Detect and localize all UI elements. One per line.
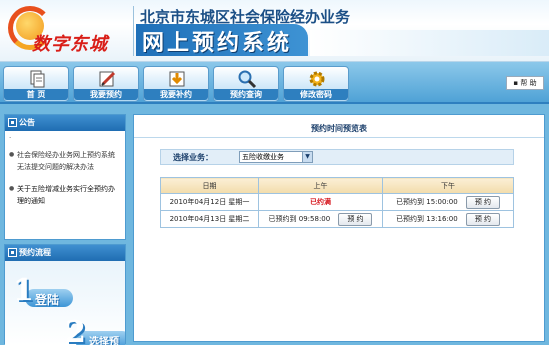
nav-supplement-button[interactable]: 我要补约 [143, 66, 209, 102]
notice-panel: 公告 · 社会保险经办业务网上预约系统无法提交问题的解决办法 关于五险增减业务实… [4, 114, 126, 240]
notice-list: 社会保险经办业务网上预约系统无法提交问题的解决办法 关于五险增减业务实行全预约办… [5, 145, 125, 207]
nav-home-label: 首 页 [4, 89, 68, 100]
system-title: 网上预约系统 [142, 31, 293, 56]
nav-query-label: 预约查询 [214, 89, 278, 100]
date-cell: 2010年04月13日 星期二 [160, 210, 259, 228]
pm-cell: 已预约到 15:00:00 预 约 [382, 193, 514, 211]
magnifier-icon [238, 70, 257, 89]
header-divider [133, 6, 134, 56]
am-cell: 已预约到 09:58:00 预 约 [258, 210, 383, 228]
column-header-am: 上午 [258, 177, 383, 194]
notice-header: 公告 [5, 115, 125, 131]
help-label: 帮 助 [520, 79, 537, 87]
logo: 数字东城 [4, 4, 134, 58]
table-row: 2010年04月12日 星期一 已约满 已预约到 15:00:00 预 约 [160, 193, 514, 211]
am-cell: 已约满 [258, 193, 383, 211]
notice-title: 公告 [19, 118, 35, 127]
chevron-down-icon[interactable]: ▼ [302, 152, 312, 162]
nav-password-button[interactable]: 修改密码 [283, 66, 349, 102]
flow-header: 预约流程 [5, 245, 125, 261]
am-status: 已预约到 09:58:00 [268, 215, 331, 223]
flow-steps: 1 登陆 2 选择预 [5, 261, 125, 345]
am-book-button[interactable]: 预 约 [338, 212, 373, 226]
pm-status: 已预约到 15:00:00 [396, 198, 458, 206]
business-select-value: 五险收缴业务 [242, 153, 284, 161]
step-2-number: 2 [65, 315, 86, 345]
page-title: 预约时间预览表 [311, 124, 367, 133]
notice-item[interactable]: 关于五险增减业务实行全预约办理的通知 [9, 183, 121, 207]
nav-book-button[interactable]: 我要预约 [73, 66, 139, 102]
notice-dot: · [9, 134, 12, 142]
title-divider [134, 137, 544, 138]
nav-password-label: 修改密码 [284, 89, 348, 100]
business-filter-row: 选择业务： 五险收缴业务 ▼ [160, 149, 514, 165]
help-icon: ▪ [513, 79, 519, 87]
pm-book-button[interactable]: 预 约 [465, 195, 500, 209]
step-1-label: 登陆 [35, 293, 60, 307]
am-status: 已约满 [310, 198, 331, 206]
header-decoration [310, 30, 549, 56]
step-1-number: 1 [13, 273, 34, 308]
gear-icon [309, 71, 325, 87]
table-row: 2010年04月13日 星期二 已预约到 09:58:00 预 约 已预约到 1… [160, 210, 514, 228]
flow-panel: 预约流程 1 登陆 2 选择预 [4, 244, 126, 345]
logo-text: 数字东城 [32, 34, 108, 55]
download-arrow-icon [169, 71, 185, 87]
nav-bar: 首 页 我要预约 我要补约 预约查询 修改密码 [0, 62, 549, 104]
help-button[interactable]: ▪ 帮 助 [506, 76, 544, 90]
business-label: 选择业务： [173, 153, 213, 162]
edit-icon [99, 71, 116, 87]
pm-book-button[interactable]: 预 约 [465, 212, 500, 226]
header: 数字东城 北京市东城区社会保险经办业务 网上预约系统 [0, 0, 549, 62]
pm-status: 已预约到 13:16:00 [396, 215, 458, 223]
nav-home-button[interactable]: 首 页 [3, 66, 69, 102]
panel-bullet-icon [8, 118, 17, 127]
business-select[interactable]: 五险收缴业务 ▼ [239, 151, 313, 163]
pm-cell: 已预约到 13:16:00 预 约 [382, 210, 514, 228]
column-header-date: 日期 [160, 177, 259, 194]
step-2-label: 选择预 [89, 337, 119, 345]
schedule-table: 日期 上午 下午 2010年04月12日 星期一 已约满 已预约到 15:00:… [160, 177, 514, 228]
date-cell: 2010年04月12日 星期一 [160, 193, 259, 211]
document-icon [30, 70, 45, 88]
column-header-pm: 下午 [382, 177, 514, 194]
notice-item[interactable]: 社会保险经办业务网上预约系统无法提交问题的解决办法 [9, 149, 121, 173]
nav-supplement-label: 我要补约 [144, 89, 208, 100]
table-header-row: 日期 上午 下午 [160, 177, 514, 194]
flow-title: 预约流程 [19, 248, 51, 257]
nav-book-label: 我要预约 [74, 89, 138, 100]
main-panel: 预约时间预览表 选择业务： 五险收缴业务 ▼ 日期 上午 下午 2010年04月… [133, 114, 545, 342]
nav-query-button[interactable]: 预约查询 [213, 66, 279, 102]
panel-bullet-icon [8, 248, 17, 257]
